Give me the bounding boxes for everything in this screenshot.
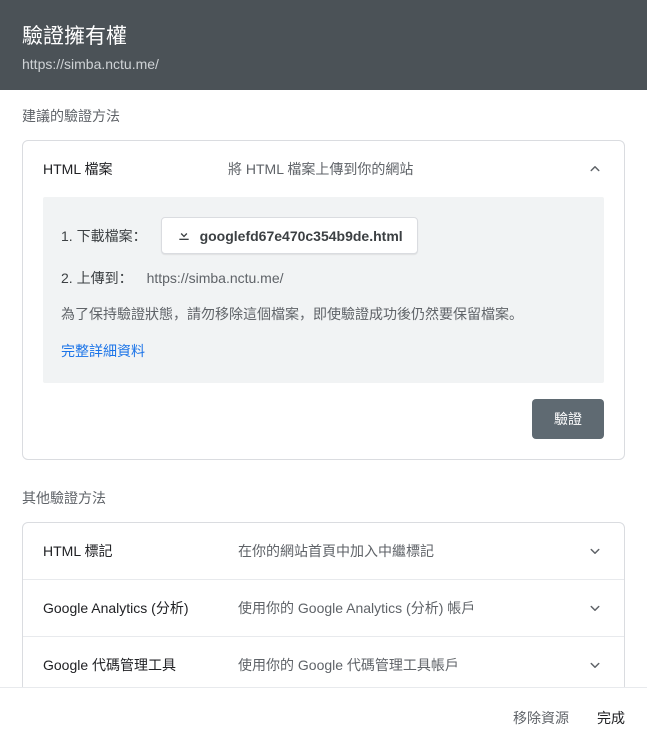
recommended-method-card: HTML 檔案 將 HTML 檔案上傳到你的網站 1. 下載檔案： google…: [22, 140, 625, 460]
step-2-label: 2. 上傳到：: [61, 268, 133, 288]
chevron-down-icon: [586, 599, 604, 617]
verification-note: 為了保持驗證狀態，請勿移除這個檔案，即使驗證成功後仍然要保留檔案。: [61, 304, 586, 325]
step-2: 2. 上傳到： https://simba.nctu.me/: [61, 268, 586, 288]
step-2-url: https://simba.nctu.me/: [147, 270, 284, 286]
method-html-tag[interactable]: HTML 標記 在你的網站首頁中加入中繼標記: [23, 523, 624, 579]
dialog-header: 驗證擁有權 https://simba.nctu.me/: [0, 0, 647, 90]
dialog-content[interactable]: 建議的驗證方法 HTML 檔案 將 HTML 檔案上傳到你的網站 1. 下載檔案…: [0, 84, 647, 687]
step-1-label: 1. 下載檔案：: [61, 226, 147, 246]
recommended-section-label: 建議的驗證方法: [22, 106, 625, 126]
download-file-button[interactable]: googlefd67e470c354b9de.html: [161, 217, 418, 254]
method-title: Google Analytics (分析): [43, 598, 238, 618]
verify-row: 驗證: [23, 383, 624, 459]
html-file-panel-body: 1. 下載檔案： googlefd67e470c354b9de.html 2. …: [43, 197, 604, 383]
dialog-url: https://simba.nctu.me/: [22, 56, 625, 72]
method-desc: 使用你的 Google 代碼管理工具帳戶: [238, 655, 586, 675]
chevron-up-icon: [586, 160, 604, 178]
method-title: HTML 檔案: [43, 159, 228, 179]
dialog-footer: 移除資源 完成: [0, 687, 647, 747]
method-desc: 在你的網站首頁中加入中繼標記: [238, 541, 586, 561]
done-button[interactable]: 完成: [597, 708, 625, 728]
chevron-down-icon: [586, 656, 604, 674]
method-google-tag-manager[interactable]: Google 代碼管理工具 使用你的 Google 代碼管理工具帳戶: [23, 636, 624, 687]
method-desc: 將 HTML 檔案上傳到你的網站: [228, 159, 586, 179]
other-section-label: 其他驗證方法: [22, 488, 625, 508]
method-google-analytics[interactable]: Google Analytics (分析) 使用你的 Google Analyt…: [23, 579, 624, 636]
method-title: HTML 標記: [43, 541, 238, 561]
method-title: Google 代碼管理工具: [43, 655, 238, 675]
html-file-panel-header[interactable]: HTML 檔案 將 HTML 檔案上傳到你的網站: [23, 141, 624, 197]
download-icon: [176, 226, 192, 245]
method-desc: 使用你的 Google Analytics (分析) 帳戶: [238, 598, 586, 618]
download-filename: googlefd67e470c354b9de.html: [200, 228, 403, 244]
verify-button[interactable]: 驗證: [532, 399, 604, 439]
step-1: 1. 下載檔案： googlefd67e470c354b9de.html: [61, 217, 586, 254]
remove-resource-button[interactable]: 移除資源: [513, 708, 569, 728]
chevron-down-icon: [586, 542, 604, 560]
other-methods-card: HTML 標記 在你的網站首頁中加入中繼標記 Google Analytics …: [22, 522, 625, 687]
dialog-title: 驗證擁有權: [22, 20, 625, 50]
full-details-link[interactable]: 完整詳細資料: [61, 341, 145, 361]
